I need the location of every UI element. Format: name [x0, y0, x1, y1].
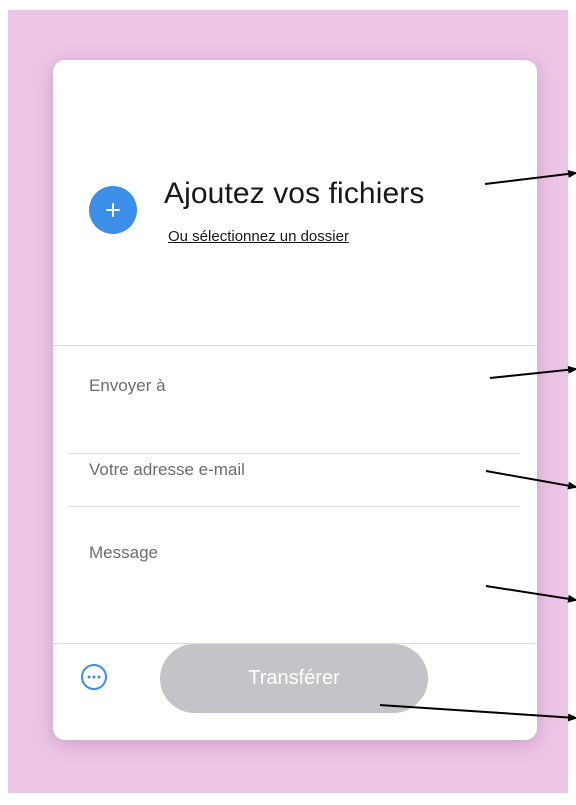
add-files-area[interactable]: Ajoutez vos fichiers Ou sélectionnez un …: [53, 60, 537, 346]
plus-icon: [106, 203, 120, 217]
divider: [69, 506, 520, 507]
sender-email-input[interactable]: [89, 460, 509, 480]
more-options-icon: [87, 675, 101, 679]
divider: [69, 453, 520, 454]
add-files-button[interactable]: [89, 186, 137, 234]
transfer-card: Ajoutez vos fichiers Ou sélectionnez un …: [53, 60, 537, 740]
select-folder-link[interactable]: Ou sélectionnez un dossier: [168, 228, 349, 245]
divider: [53, 345, 537, 346]
recipient-email-input[interactable]: [89, 376, 509, 396]
transfer-button[interactable]: Transférer: [160, 644, 428, 713]
message-textarea[interactable]: [89, 542, 509, 612]
add-files-title[interactable]: Ajoutez vos fichiers: [164, 177, 424, 211]
more-options-button[interactable]: [81, 664, 107, 690]
